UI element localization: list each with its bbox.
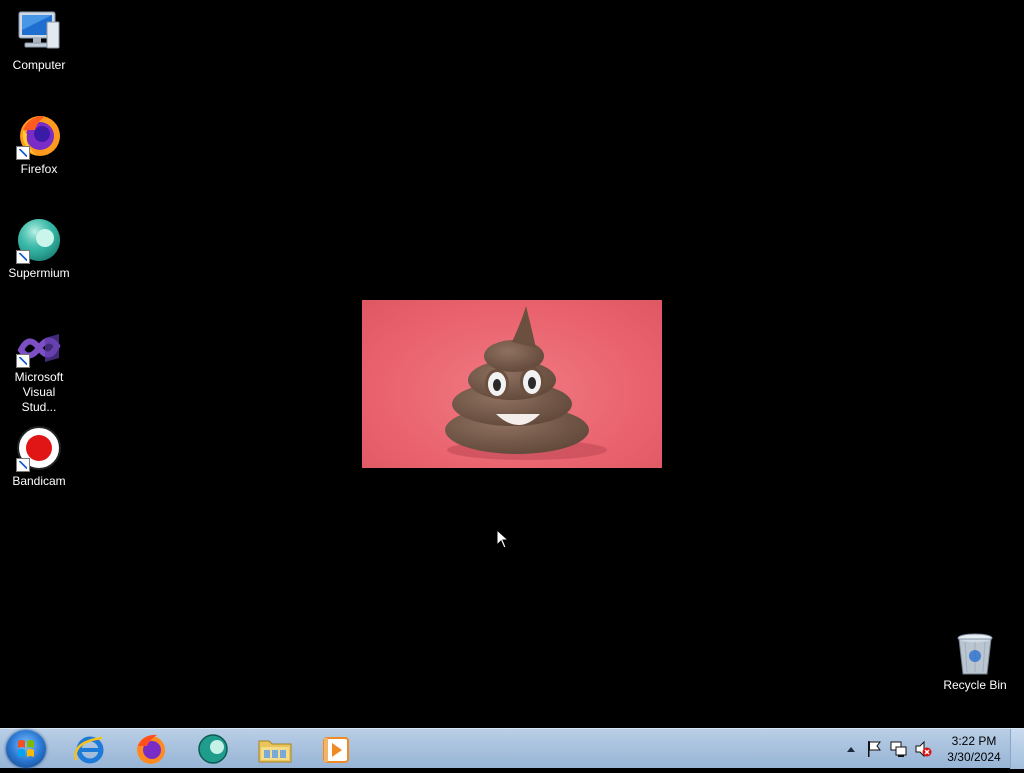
recycle-bin-icon [951, 632, 999, 676]
firefox-icon [137, 734, 165, 764]
computer-icon [15, 8, 63, 56]
shortcut-arrow-icon [16, 458, 30, 472]
windows-start-icon [18, 740, 34, 757]
mouse-cursor-icon [496, 529, 510, 549]
shortcut-arrow-icon [16, 146, 30, 160]
firefox-icon [15, 112, 63, 160]
taskbar-firefox[interactable] [129, 732, 173, 766]
network-icon[interactable] [890, 740, 908, 758]
bandicam-icon [15, 424, 63, 472]
desktop-icon-bandicam[interactable]: Bandicam [1, 424, 77, 489]
taskbar-clock[interactable]: 3:22 PM 3/30/2024 [940, 733, 1008, 765]
taskbar-internet-explorer[interactable] [68, 732, 112, 766]
supermium-icon [198, 734, 228, 764]
clock-time: 3:22 PM [951, 734, 997, 748]
desktop-icon-recycle-bin[interactable]: Recycle Bin [937, 632, 1013, 693]
desktop-icon-label: Bandicam [12, 474, 66, 488]
desktop-icon-supermium[interactable]: Supermium [1, 216, 77, 281]
media-player-icon [323, 737, 349, 763]
volume-muted-icon[interactable] [914, 740, 932, 758]
desktop-icon-label: Microsoft Visual Stud... [14, 370, 64, 414]
taskbar-supermium[interactable] [191, 732, 235, 766]
supermium-icon [15, 216, 63, 264]
system-tray [842, 729, 936, 769]
desktop-photo [362, 300, 662, 468]
show-hidden-icons-arrow[interactable] [846, 745, 856, 753]
taskbar-media-player[interactable] [314, 732, 358, 766]
shortcut-arrow-icon [16, 354, 30, 368]
start-button[interactable] [6, 730, 46, 768]
poop-emoji-image [445, 306, 607, 460]
show-desktop-button[interactable] [1010, 729, 1024, 769]
visual-studio-icon [15, 328, 63, 368]
clock-date: 3/30/2024 [947, 750, 1001, 764]
desktop-icon-label: Firefox [20, 162, 58, 176]
desktop: Computer Firefox Supermium Microsoft Vis… [0, 0, 1024, 728]
taskbar: 3:22 PM 3/30/2024 [0, 728, 1024, 769]
desktop-icon-firefox[interactable]: Firefox [1, 112, 77, 177]
action-center-flag-icon[interactable] [866, 740, 882, 758]
desktop-icon-visual-studio[interactable]: Microsoft Visual Stud... [1, 328, 77, 415]
internet-explorer-icon [74, 736, 104, 764]
desktop-icon-label: Recycle Bin [943, 678, 1007, 692]
desktop-icon-computer[interactable]: Computer [1, 8, 77, 73]
desktop-icon-label: Computer [12, 58, 66, 72]
shortcut-arrow-icon [16, 250, 30, 264]
taskbar-file-explorer[interactable] [253, 732, 297, 766]
file-explorer-icon [258, 740, 292, 763]
desktop-icon-label: Supermium [8, 266, 70, 280]
